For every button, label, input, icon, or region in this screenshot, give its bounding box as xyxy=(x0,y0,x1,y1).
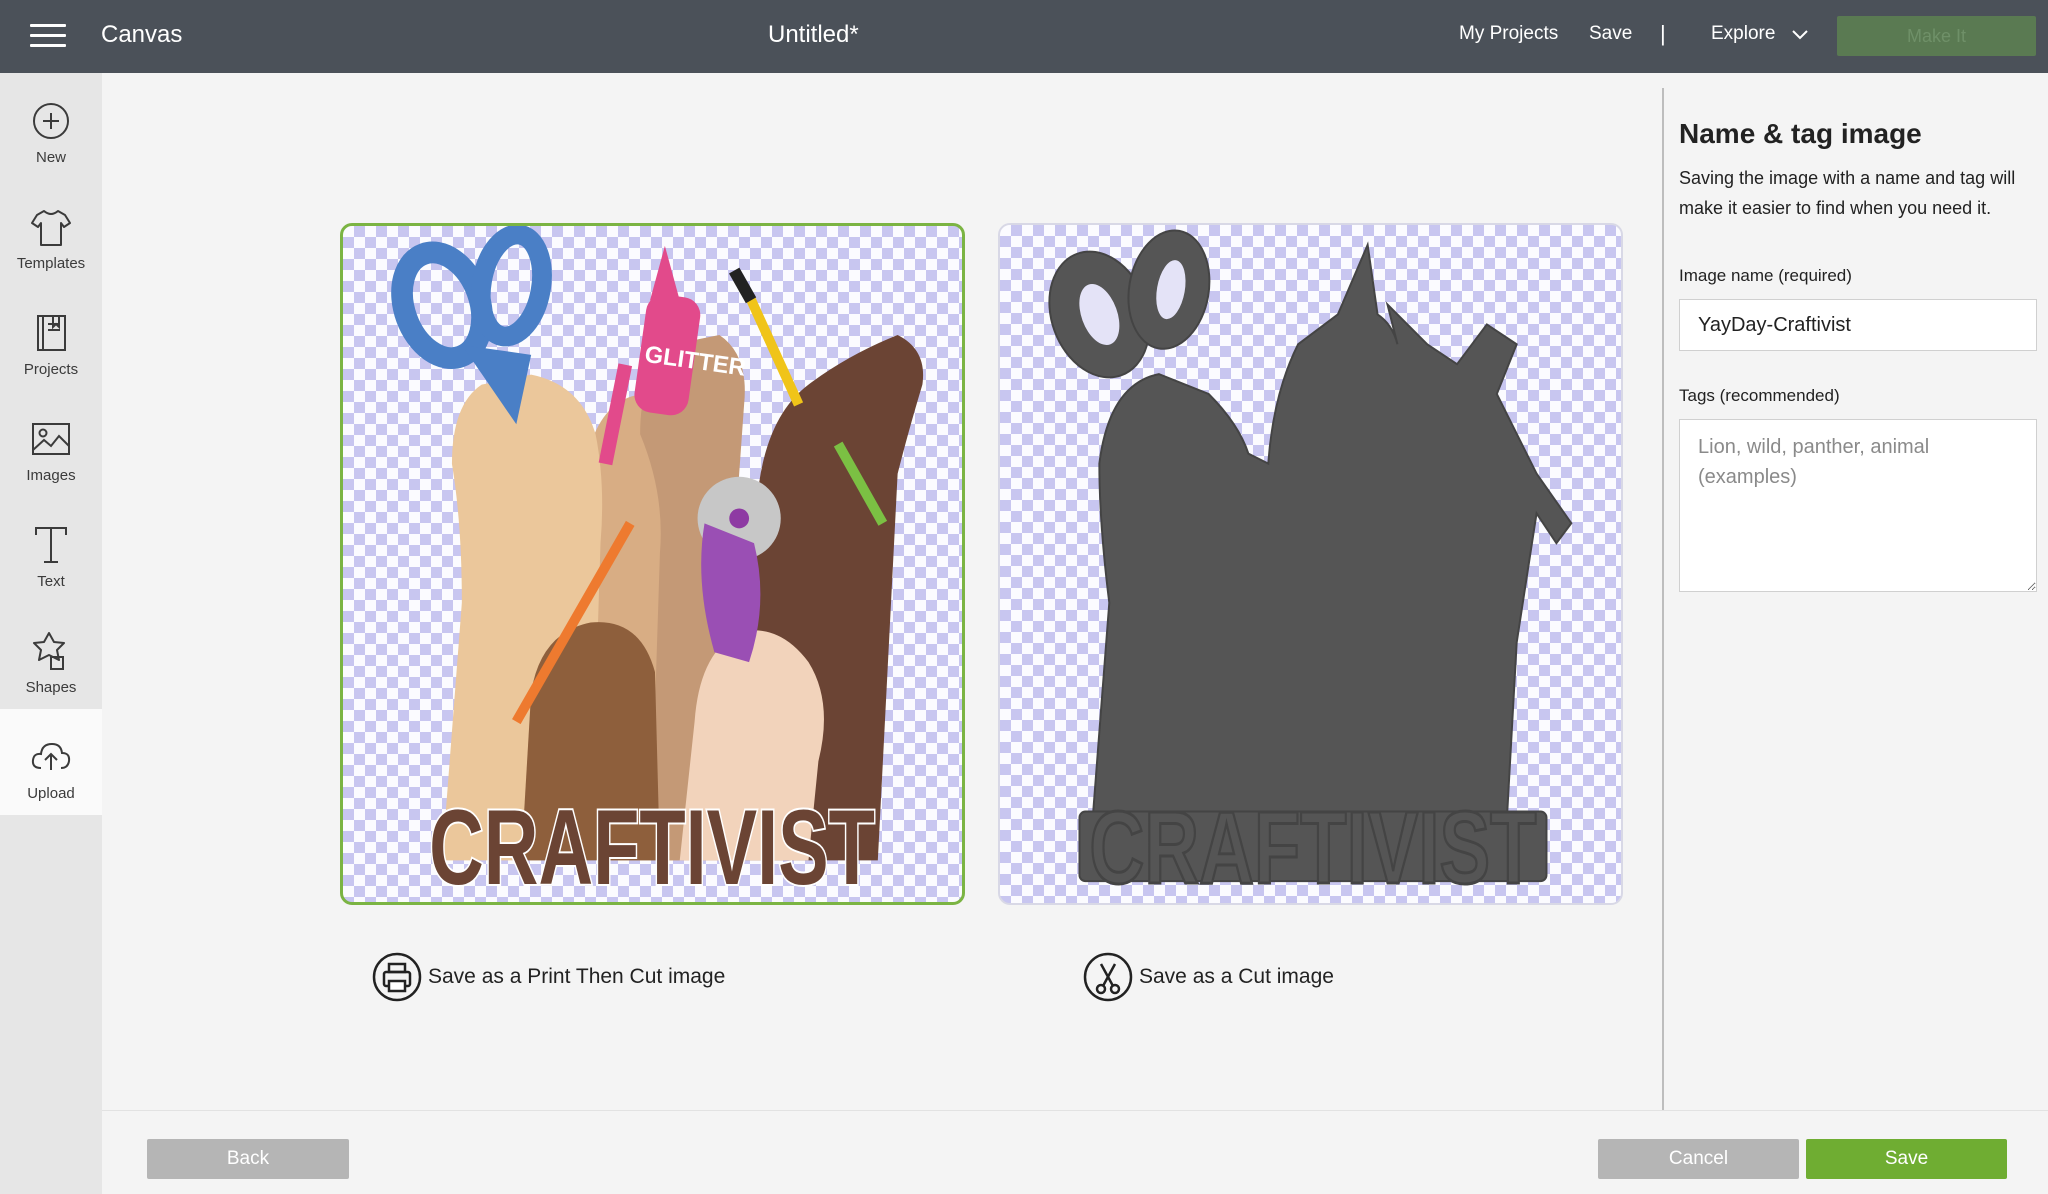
cut-image-option[interactable]: Save as a Cut image xyxy=(1083,951,1334,1003)
sidebar-item-projects[interactable]: Projects xyxy=(0,285,102,391)
top-bar: Canvas Untitled* My Projects Save | Expl… xyxy=(0,0,2048,73)
sidebar-item-upload[interactable]: Upload xyxy=(0,709,102,815)
plus-circle-icon xyxy=(33,103,69,139)
craftivist-artwork: GLITTER CRAFTIVIST xyxy=(391,226,924,902)
left-sidebar: New Templates Projects Images Text Shape… xyxy=(0,73,102,1194)
sidebar-item-label: Projects xyxy=(23,361,79,378)
save-button[interactable]: Save xyxy=(1806,1139,2007,1179)
sidebar-item-label: Templates xyxy=(16,255,86,272)
sidebar-item-label: New xyxy=(35,149,66,166)
make-it-button[interactable]: Make It xyxy=(1837,16,2036,56)
sidebar-item-text[interactable]: Text xyxy=(0,497,102,603)
back-button[interactable]: Back xyxy=(147,1139,349,1179)
tags-label: Tags (recommended) xyxy=(1679,386,1840,405)
scissors-icon xyxy=(1083,952,1133,1002)
cancel-button[interactable]: Cancel xyxy=(1598,1139,1799,1179)
sidebar-item-images[interactable]: Images xyxy=(0,391,102,497)
print-then-cut-preview[interactable]: GLITTER CRAFTIVIST xyxy=(340,223,965,905)
sidebar-item-label: Text xyxy=(37,573,65,590)
app-brand: Canvas xyxy=(101,21,183,48)
tags-input[interactable] xyxy=(1679,419,2037,592)
top-save-link[interactable]: Save xyxy=(1589,23,1632,45)
craftivist-silhouette-text: CRAFTIVIST xyxy=(1089,789,1536,903)
tshirt-icon xyxy=(31,210,71,246)
sidebar-item-new[interactable]: New xyxy=(0,73,102,179)
craftivist-text: CRAFTIVIST xyxy=(429,787,875,902)
sidebar-item-shapes[interactable]: Shapes xyxy=(0,603,102,709)
chevron-down-icon[interactable] xyxy=(1791,26,1809,44)
cut-image-preview[interactable]: CRAFTIVIST xyxy=(998,223,1623,905)
main-canvas-area: GLITTER CRAFTIVIST CRAFTIVIST Save as a … xyxy=(102,73,1662,1110)
name-tag-panel: Name & tag image Saving the image with a… xyxy=(1662,88,2048,1110)
printer-icon xyxy=(372,952,422,1002)
book-icon xyxy=(37,315,66,351)
print-then-cut-label: Save as a Print Then Cut image xyxy=(428,965,726,988)
sidebar-item-templates[interactable]: Templates xyxy=(0,179,102,285)
cut-image-label: Save as a Cut image xyxy=(1139,965,1334,988)
image-name-input[interactable] xyxy=(1679,299,2037,351)
image-icon xyxy=(32,423,70,455)
craftivist-silhouette: CRAFTIVIST xyxy=(1048,229,1573,903)
footer-bar: Back Cancel Save xyxy=(102,1110,2048,1194)
sidebar-item-label: Upload xyxy=(27,785,75,802)
document-title[interactable]: Untitled* xyxy=(768,21,859,49)
image-name-label: Image name (required) xyxy=(1679,266,1852,285)
hamburger-menu-icon[interactable] xyxy=(30,24,66,48)
explore-menu[interactable]: Explore xyxy=(1711,23,1775,45)
sidebar-item-label: Shapes xyxy=(25,679,77,696)
sidebar-item-label: Images xyxy=(26,467,76,484)
panel-title: Name & tag image xyxy=(1679,118,1922,149)
panel-description: Saving the image with a name and tag wil… xyxy=(1679,168,2016,218)
print-then-cut-option[interactable]: Save as a Print Then Cut image xyxy=(372,951,725,1003)
nav-separator: | xyxy=(1660,21,1666,46)
shapes-icon xyxy=(33,632,65,670)
my-projects-link[interactable]: My Projects xyxy=(1459,23,1558,45)
cloud-upload-icon xyxy=(31,742,71,770)
text-t-icon xyxy=(35,527,67,563)
